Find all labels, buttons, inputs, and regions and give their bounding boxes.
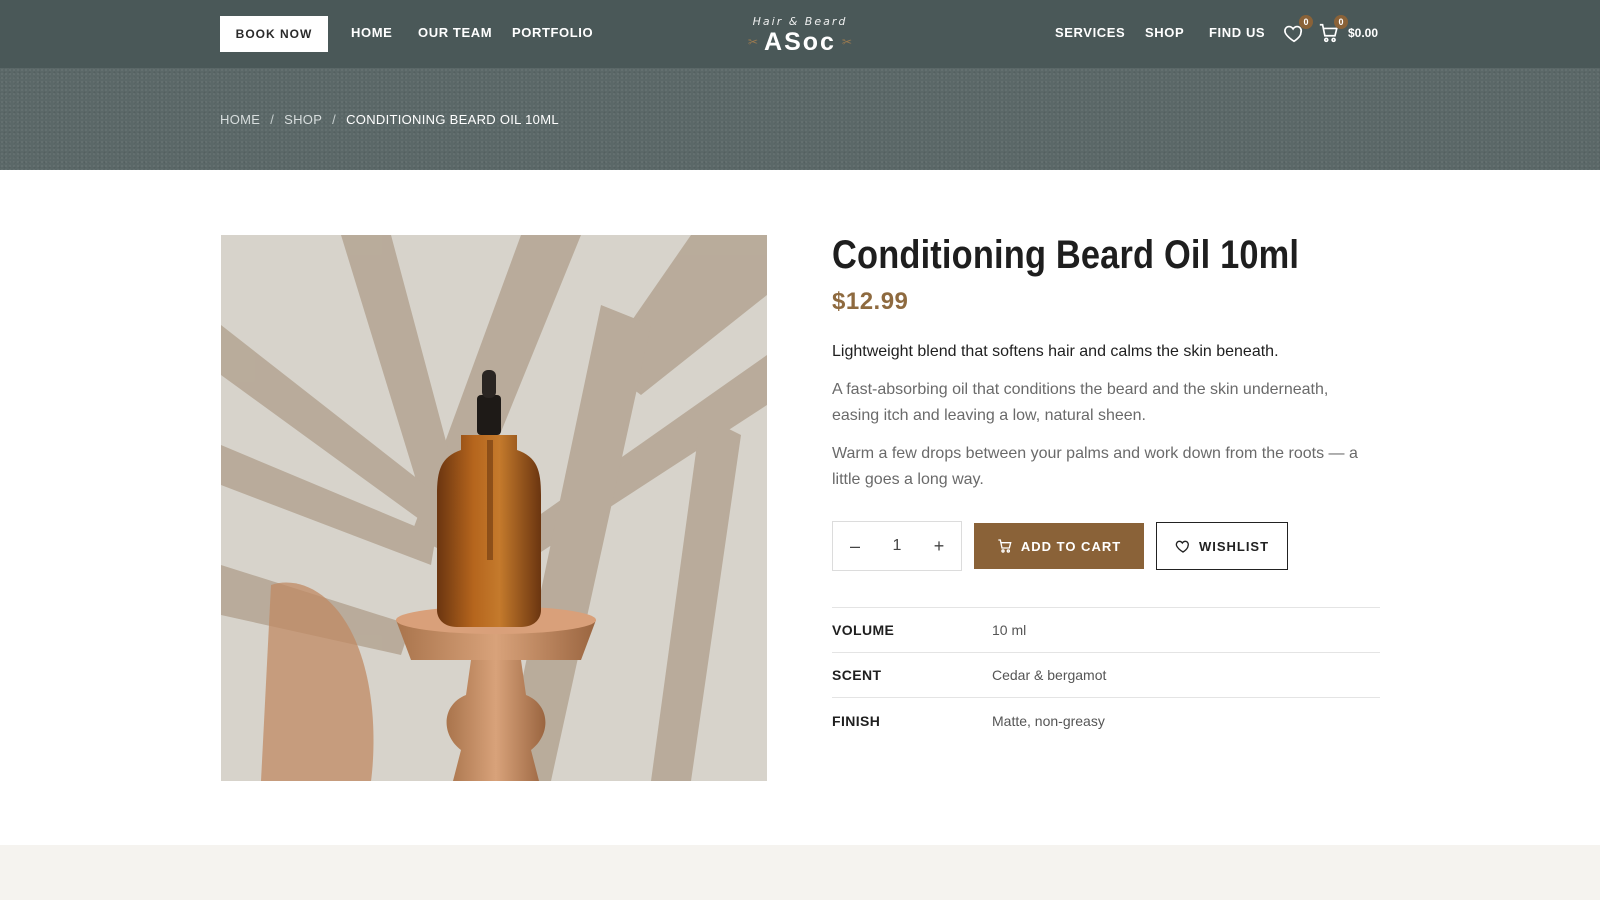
site-logo[interactable]: Hair & Beard ✂ ASoc ✂ (740, 15, 860, 56)
add-to-cart-button[interactable]: ADD TO CART (974, 523, 1144, 569)
nav-services[interactable]: SERVICES (1055, 25, 1125, 40)
product-title: Conditioning Beard Oil 10ml (832, 233, 1300, 277)
spec-value: Matte, non-greasy (992, 712, 1105, 729)
spec-row: VOLUME 10 ml (832, 608, 1380, 653)
product-photo-illustration (221, 235, 767, 781)
product-lead-text: Lightweight blend that softens hair and … (832, 343, 1279, 360)
cart-icon (998, 539, 1012, 553)
product-description: A fast-absorbing oil that conditions the… (832, 381, 1329, 424)
logo-right-ornament-icon: ✂ (841, 35, 853, 49)
wishlist-label: WISHLIST (1198, 538, 1270, 554)
book-now-button[interactable]: BOOK NOW (220, 16, 328, 52)
product-price: $12.99 (832, 288, 909, 315)
quantity-stepper: – 1 + (832, 521, 962, 571)
wishlist-button[interactable]: WISHLIST (1156, 522, 1288, 570)
heart-icon (1175, 540, 1189, 553)
breadcrumb: HOME / SHOP / CONDITIONING BEARD OIL 10M… (220, 112, 559, 127)
spec-value: 10 ml (992, 622, 1027, 638)
spec-row: FINISH Matte, non-greasy (832, 698, 1380, 743)
wishlist-count-badge: 0 (1299, 15, 1313, 29)
breadcrumb-current: CONDITIONING BEARD OIL 10ML (346, 112, 559, 127)
quantity-decrease-button[interactable]: – (833, 536, 877, 557)
wishlist-header-button[interactable]: 0 (1283, 15, 1313, 46)
cart-header-button[interactable]: 0 (1318, 15, 1348, 46)
product-usage-text: Warm a few drops between your palms and … (832, 445, 1358, 488)
breadcrumb-shop[interactable]: SHOP (284, 112, 322, 127)
logo-name: ASoc (764, 28, 836, 56)
quantity-increase-button[interactable]: + (917, 536, 961, 557)
nav-our-team[interactable]: OUR TEAM (418, 25, 492, 40)
product-image[interactable] (221, 235, 767, 781)
nav-shop[interactable]: SHOP (1145, 25, 1184, 40)
breadcrumb-separator: / (332, 112, 337, 127)
spec-key: FINISH (832, 712, 881, 729)
footer-band (0, 845, 1600, 900)
cart-count-badge: 0 (1334, 15, 1348, 29)
cart-total[interactable]: $0.00 (1348, 26, 1378, 40)
spec-row: SCENT Cedar & bergamot (832, 653, 1380, 698)
quantity-input[interactable]: 1 (877, 537, 917, 555)
logo-left-ornament-icon: ✂ (747, 35, 759, 49)
spec-key: VOLUME (832, 622, 895, 638)
nav-home[interactable]: HOME (351, 25, 392, 40)
product-specs-table: VOLUME 10 ml SCENT Cedar & bergamot FINI… (832, 607, 1380, 743)
logo-tagline: Hair & Beard (752, 15, 848, 28)
spec-value: Cedar & bergamot (992, 667, 1107, 683)
breadcrumb-separator: / (270, 112, 275, 127)
nav-find-us[interactable]: FIND US (1209, 25, 1265, 40)
spec-key: SCENT (832, 667, 882, 683)
add-to-cart-label: ADD TO CART (1020, 538, 1122, 554)
nav-portfolio[interactable]: PORTFOLIO (512, 25, 593, 40)
breadcrumb-home[interactable]: HOME (220, 112, 260, 127)
